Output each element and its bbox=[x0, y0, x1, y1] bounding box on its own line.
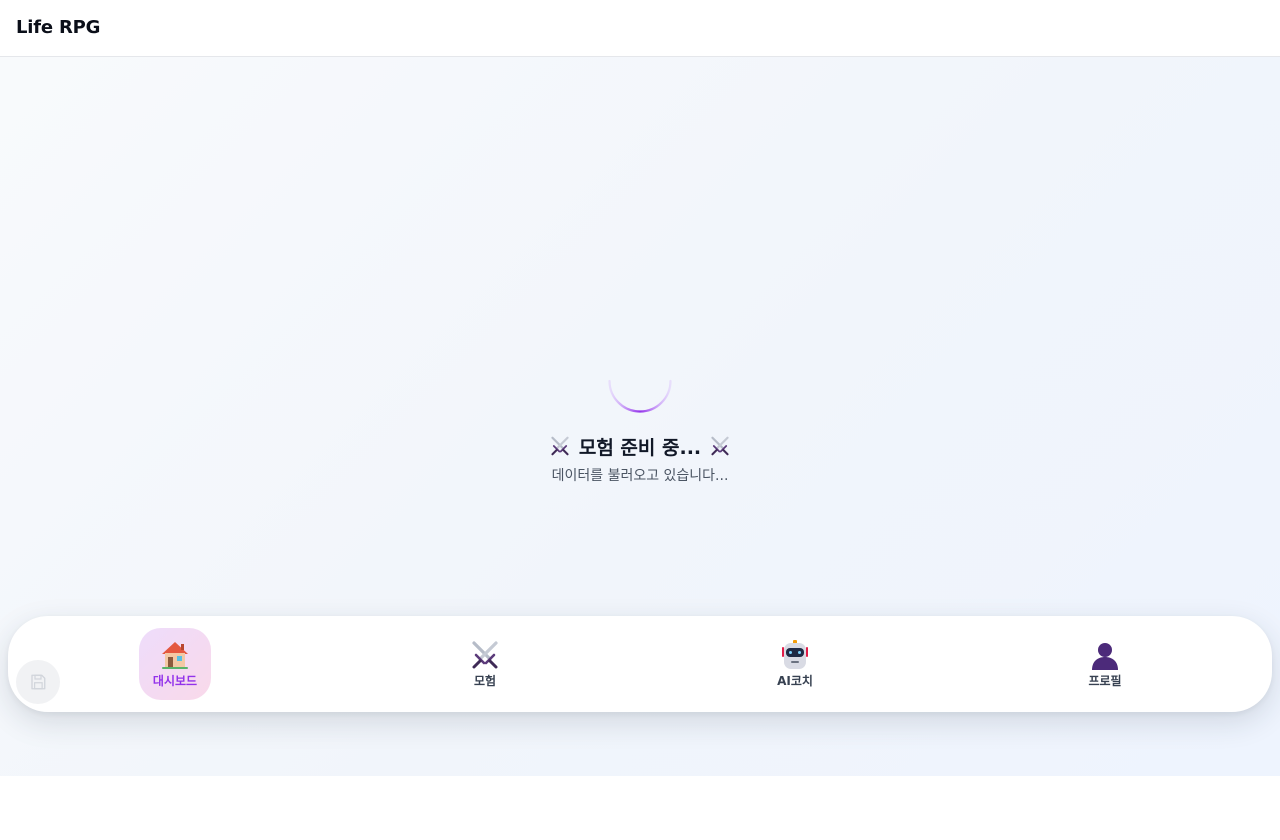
crossed-swords-icon bbox=[551, 436, 569, 456]
save-button[interactable] bbox=[16, 660, 60, 704]
loading-subtitle: 데이터를 불러오고 있습니다... bbox=[551, 468, 729, 484]
nav-item-ai-coach[interactable]: AI코치 bbox=[759, 628, 831, 700]
nav-label-dashboard: 대시보드 bbox=[152, 674, 198, 688]
loading-panel: 모험 준비 중... 데이터를 불러오고 있습니다... bbox=[0, 359, 1280, 485]
user-silhouette-icon bbox=[1092, 643, 1118, 670]
loading-title: 모험 준비 중... bbox=[0, 432, 1280, 460]
bottom-navigation: 대시보드 모험 AI코치 프로필 bbox=[8, 616, 1272, 712]
app-title: Life RPG bbox=[16, 17, 101, 38]
loading-title-text: 모험 준비 중... bbox=[578, 436, 702, 459]
nav-item-profile[interactable]: 프로필 bbox=[1069, 628, 1141, 700]
app-header: Life RPG bbox=[0, 0, 1280, 57]
loading-spinner bbox=[608, 379, 672, 413]
crossed-swords-icon bbox=[472, 641, 498, 669]
crossed-swords-icon bbox=[711, 436, 729, 456]
nav-label-adventure: 모험 bbox=[473, 674, 497, 688]
nav-label-profile: 프로필 bbox=[1088, 674, 1122, 688]
nav-item-dashboard[interactable]: 대시보드 bbox=[139, 628, 211, 700]
nav-item-adventure[interactable]: 모험 bbox=[449, 628, 521, 700]
floppy-disk-icon bbox=[31, 674, 46, 690]
nav-label-ai-coach: AI코치 bbox=[777, 674, 813, 688]
robot-icon bbox=[782, 640, 808, 669]
house-icon bbox=[162, 642, 188, 669]
